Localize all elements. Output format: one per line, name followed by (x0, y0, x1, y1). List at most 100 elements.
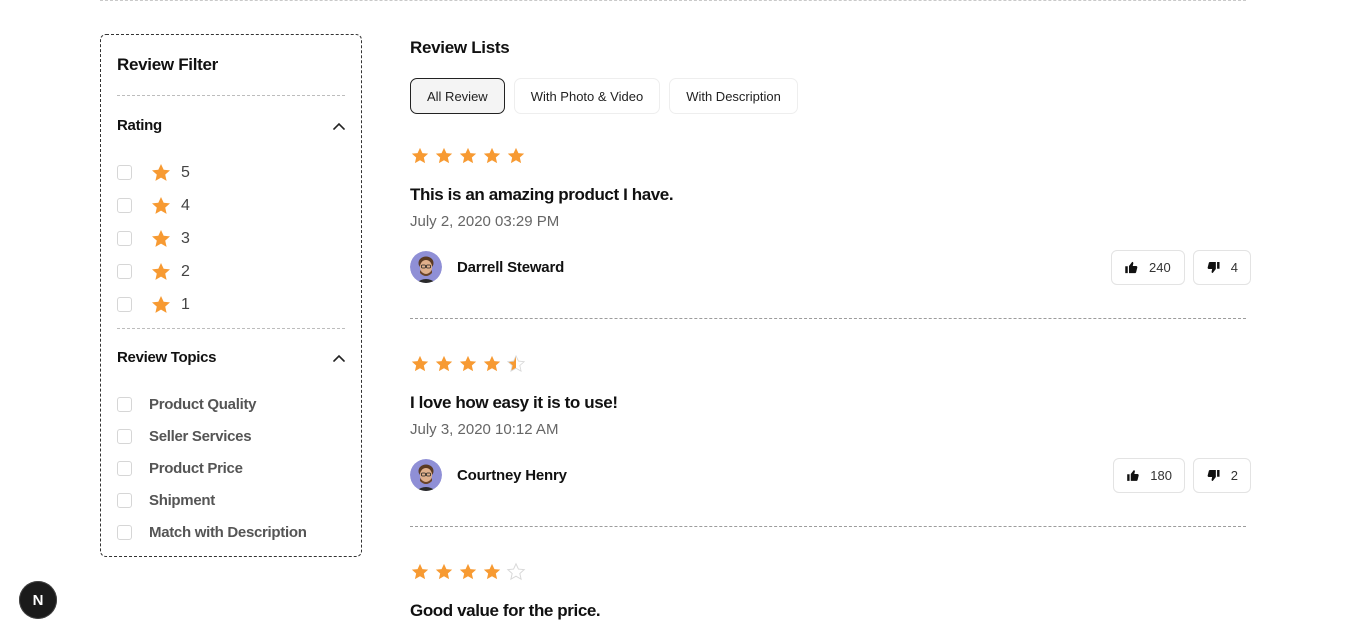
review-filter-panel: Review Filter Rating 5 4 3 2 1 Review To… (100, 34, 362, 557)
star-filled-icon (459, 147, 477, 164)
rating-option-1[interactable]: 1 (117, 288, 190, 321)
thumbs-up-icon (1127, 470, 1139, 481)
review-author: Courtney Henry (410, 459, 567, 491)
like-button[interactable]: 180 (1113, 458, 1185, 493)
star-filled-icon (483, 355, 501, 372)
star-icon (152, 163, 170, 181)
star-icon (152, 262, 170, 280)
star-filled-icon (459, 355, 477, 372)
star-filled-icon (411, 147, 429, 164)
topics-label: Review Topics (117, 349, 217, 366)
review-votes: 240 4 (1111, 250, 1251, 285)
topic-option-product-quality[interactable]: Product Quality (117, 388, 307, 420)
tab-photo-video[interactable]: With Photo & Video (513, 78, 661, 114)
like-count: 180 (1150, 468, 1172, 483)
star-filled-icon (435, 563, 453, 580)
review-tabs: All Review With Photo & Video With Descr… (410, 78, 798, 114)
star-half-icon (506, 354, 526, 372)
topic-checkbox[interactable] (117, 396, 132, 412)
like-button[interactable]: 240 (1111, 250, 1185, 285)
thumbs-down-icon (1207, 261, 1220, 274)
topic-checkbox[interactable] (117, 428, 132, 444)
rating-section-header[interactable]: Rating (117, 117, 345, 134)
star-icon (152, 295, 170, 313)
rating-option-2[interactable]: 2 (117, 255, 190, 288)
review-divider (410, 526, 1246, 527)
topic-label: Product Quality (149, 395, 257, 413)
star-rating (410, 560, 1251, 584)
rating-value: 4 (181, 196, 190, 214)
rating-checkbox[interactable] (117, 198, 132, 213)
rating-checkbox[interactable] (117, 264, 132, 279)
review-list-title: Review Lists (410, 38, 510, 57)
topic-label: Shipment (149, 491, 215, 509)
tab-description[interactable]: With Description (669, 78, 798, 114)
rating-value: 3 (181, 229, 190, 247)
rating-value: 1 (181, 295, 190, 313)
rating-option-5[interactable]: 5 (117, 156, 190, 189)
rating-option-4[interactable]: 4 (117, 189, 190, 222)
review-date: July 2, 2020 03:29 PM (410, 213, 560, 230)
topic-label: Seller Services (149, 427, 252, 445)
filter-divider (117, 328, 345, 329)
review-title: This is an amazing product I have. (410, 185, 674, 204)
thumbs-up-icon (1125, 261, 1138, 274)
star-filled-icon (435, 147, 453, 164)
star-rating (410, 352, 1251, 376)
star-filled-icon (459, 563, 477, 580)
star-filled-icon (483, 147, 501, 164)
star-filled-icon (483, 563, 501, 580)
dislike-button[interactable]: 4 (1193, 250, 1251, 285)
dislike-count: 2 (1230, 468, 1238, 483)
topic-label: Match with Description (149, 523, 307, 541)
author-name: Darrell Steward (457, 258, 565, 276)
star-rating (410, 144, 1251, 168)
review-votes: 180 2 (1113, 458, 1251, 493)
star-filled-icon (507, 147, 525, 164)
topic-checkbox[interactable] (117, 524, 132, 540)
next-dev-badge[interactable]: N (19, 581, 57, 619)
review-card: Good value for the price. (410, 560, 1251, 620)
tab-all-review[interactable]: All Review (410, 78, 505, 114)
rating-checkbox[interactable] (117, 165, 132, 180)
top-divider (100, 0, 1246, 1)
star-filled-icon (411, 563, 429, 580)
thumbs-down-icon (1207, 469, 1220, 482)
rating-value: 5 (181, 163, 190, 181)
topic-option-product-price[interactable]: Product Price (117, 452, 307, 484)
star-icon (152, 229, 170, 247)
filter-divider (117, 95, 345, 96)
topic-option-match-description[interactable]: Match with Description (117, 516, 307, 548)
star-icon (152, 196, 170, 214)
topic-checkbox[interactable] (117, 460, 132, 476)
review-card: I love how easy it is to use! July 3, 20… (410, 352, 1251, 493)
rating-checkbox[interactable] (117, 297, 132, 312)
dislike-count: 4 (1230, 260, 1238, 275)
topic-checkbox[interactable] (117, 492, 132, 508)
avatar (410, 459, 442, 491)
like-count: 240 (1149, 260, 1171, 275)
review-divider (410, 318, 1246, 319)
rating-options: 5 4 3 2 1 (117, 156, 190, 321)
topic-label: Product Price (149, 459, 243, 477)
filter-title: Review Filter (117, 55, 218, 74)
dislike-button[interactable]: 2 (1193, 458, 1251, 493)
review-title: I love how easy it is to use! (410, 393, 618, 412)
author-name: Courtney Henry (457, 466, 567, 484)
rating-label: Rating (117, 117, 162, 134)
topic-options: Product Quality Seller Services Product … (117, 388, 307, 548)
topics-section-header[interactable]: Review Topics (117, 349, 345, 366)
review-card: This is an amazing product I have. July … (410, 144, 1251, 285)
star-empty-icon (506, 562, 526, 581)
topic-option-seller-services[interactable]: Seller Services (117, 420, 307, 452)
topic-option-shipment[interactable]: Shipment (117, 484, 307, 516)
avatar (410, 251, 442, 283)
chevron-up-icon[interactable] (333, 122, 345, 130)
review-author: Darrell Steward (410, 251, 564, 283)
review-date: July 3, 2020 10:12 AM (410, 421, 559, 438)
star-filled-icon (435, 355, 453, 372)
rating-option-3[interactable]: 3 (117, 222, 190, 255)
chevron-up-icon[interactable] (333, 354, 345, 362)
rating-checkbox[interactable] (117, 231, 132, 246)
badge-letter: N (32, 591, 44, 609)
